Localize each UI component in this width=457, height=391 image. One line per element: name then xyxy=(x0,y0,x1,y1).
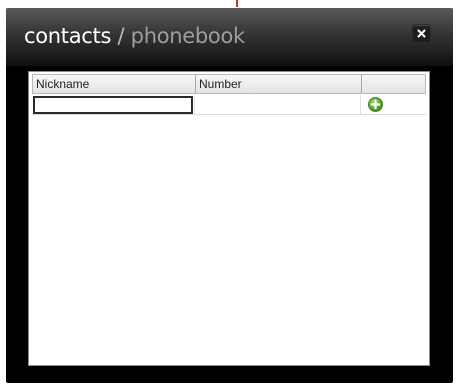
new-contact-row xyxy=(32,95,426,115)
nickname-cell xyxy=(32,95,195,114)
column-header-actions xyxy=(362,75,425,93)
screen: contacts / phonebook Nickname Number xyxy=(0,0,457,391)
action-cell xyxy=(361,95,424,114)
title-contacts: contacts xyxy=(24,24,112,48)
close-icon xyxy=(417,29,426,38)
column-header-nickname[interactable]: Nickname xyxy=(33,75,196,93)
add-icon[interactable] xyxy=(368,97,383,112)
window-titlebar: contacts / phonebook xyxy=(6,8,453,66)
window-title: contacts / phonebook xyxy=(24,24,245,48)
number-cell[interactable] xyxy=(195,95,361,114)
column-header-number[interactable]: Number xyxy=(196,75,362,93)
title-separator: / xyxy=(111,24,131,48)
close-button[interactable] xyxy=(412,24,431,43)
nickname-input[interactable] xyxy=(33,96,193,114)
grid-header: Nickname Number xyxy=(32,74,426,94)
phonebook-window: contacts / phonebook Nickname Number xyxy=(6,8,453,383)
top-marker xyxy=(236,0,238,7)
title-phonebook: phonebook xyxy=(130,24,246,48)
contacts-grid: Nickname Number xyxy=(28,71,430,366)
